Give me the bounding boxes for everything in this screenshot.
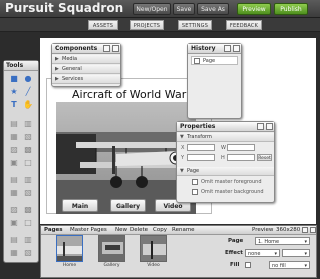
h-field[interactable] bbox=[227, 154, 255, 161]
x-field[interactable] bbox=[187, 144, 215, 151]
preview-label: Preview bbox=[252, 227, 274, 233]
delete-page-button[interactable]: Delete bbox=[130, 226, 148, 234]
lock-icon[interactable]: ▨ bbox=[9, 205, 19, 215]
preview-size[interactable]: 360x280 bbox=[276, 226, 300, 234]
fill-checkbox[interactable] bbox=[245, 262, 251, 268]
bring-forward-icon[interactable]: ▣ bbox=[9, 158, 19, 168]
h-label: H bbox=[221, 155, 225, 161]
new-open-button[interactable]: New/Open bbox=[133, 3, 171, 15]
tools-header: Tools bbox=[4, 61, 38, 71]
tab-settings[interactable]: SETTINGS bbox=[178, 20, 212, 30]
gallery-button[interactable]: Gallery bbox=[110, 199, 146, 212]
tab-pages[interactable]: Pages bbox=[44, 226, 63, 234]
history-panel: History Page bbox=[187, 43, 242, 119]
omit-foreground-checkbox[interactable] bbox=[192, 179, 198, 185]
space-h-icon[interactable]: ▦ bbox=[9, 188, 19, 198]
w-field[interactable] bbox=[227, 144, 255, 151]
save-as-button[interactable]: Save As bbox=[197, 3, 229, 15]
new-page-button[interactable]: New bbox=[115, 226, 127, 234]
tab-master-pages[interactable]: Master Pages bbox=[70, 226, 107, 234]
tab-assets[interactable]: ASSETS bbox=[88, 20, 118, 30]
align-bottom-icon[interactable]: ▧ bbox=[23, 132, 33, 142]
line-icon[interactable]: ╱ bbox=[23, 87, 33, 97]
send-backward-icon[interactable]: □ bbox=[23, 158, 33, 168]
close-icon[interactable] bbox=[310, 227, 316, 233]
group-icon[interactable]: ▨ bbox=[9, 145, 19, 155]
collapse-icon[interactable] bbox=[103, 45, 110, 52]
rename-page-button[interactable]: Rename bbox=[172, 226, 195, 234]
text-icon[interactable]: T bbox=[9, 100, 19, 110]
expand-arrow-icon: ▼ bbox=[180, 168, 184, 174]
component-media[interactable]: ▶ Media bbox=[52, 55, 120, 64]
transform-section[interactable]: ▼ Transform bbox=[177, 133, 274, 142]
tab-feedback[interactable]: FEEDBACK bbox=[226, 20, 262, 30]
unlock-icon[interactable]: ▩ bbox=[23, 205, 33, 215]
omit-background-checkbox[interactable] bbox=[192, 189, 198, 195]
y-field[interactable] bbox=[187, 154, 215, 161]
rotate-icon[interactable]: ▦ bbox=[9, 248, 19, 258]
omit-background-label: Omit master background bbox=[201, 189, 264, 195]
main-button[interactable]: Main bbox=[62, 199, 98, 212]
thumb-label: Video bbox=[147, 263, 160, 268]
align-top-icon[interactable]: ▦ bbox=[9, 132, 19, 142]
publish-button[interactable]: Publish bbox=[274, 3, 308, 15]
tools-panel: Tools ■ ● ★ ╱ T ✋ ▤ ▥ ▦ ▧ ▨ ▩ ▣ □ ▤ ▥ ▦ … bbox=[3, 60, 39, 263]
flip-v-icon[interactable]: ▥ bbox=[23, 235, 33, 245]
align-left-icon[interactable]: ▤ bbox=[9, 119, 19, 129]
align-right-icon[interactable]: ▥ bbox=[23, 119, 33, 129]
preview-button[interactable]: Preview bbox=[237, 3, 271, 15]
close-icon[interactable] bbox=[266, 123, 273, 130]
properties-panel: Properties ▼ Transform X W Y H Reset ▼ P… bbox=[176, 121, 275, 203]
copy-page-button[interactable]: Copy bbox=[153, 226, 167, 234]
aircraft-photo[interactable] bbox=[56, 102, 196, 214]
expand-arrow-icon: ▶ bbox=[55, 66, 59, 72]
rectangle-icon[interactable]: ■ bbox=[9, 74, 19, 84]
tab-projects[interactable]: PROJECTS bbox=[130, 20, 164, 30]
distribute-v-icon[interactable]: ▥ bbox=[23, 175, 33, 185]
page-select[interactable]: 1. Home ▾ bbox=[255, 237, 310, 245]
flip-h-icon[interactable]: ▤ bbox=[9, 235, 19, 245]
thumb-label: Home bbox=[62, 263, 77, 268]
page-thumb-video[interactable] bbox=[140, 235, 167, 262]
expand-arrow-icon: ▶ bbox=[55, 56, 59, 62]
expand-arrow-icon: ▼ bbox=[180, 134, 184, 140]
component-general[interactable]: ▶ General bbox=[52, 65, 120, 74]
fill-label: Fill bbox=[230, 262, 240, 268]
page-section[interactable]: ▼ Page bbox=[177, 167, 274, 176]
thumb-label: Gallery bbox=[103, 263, 120, 268]
collapse-icon[interactable] bbox=[224, 45, 231, 52]
fill-select[interactable]: no fill ▾ bbox=[269, 261, 310, 269]
y-label: Y bbox=[181, 155, 185, 161]
page-thumb-home[interactable] bbox=[56, 235, 83, 262]
page-thumb-gallery[interactable] bbox=[98, 235, 125, 262]
close-icon[interactable] bbox=[233, 45, 240, 52]
close-icon[interactable] bbox=[112, 45, 119, 52]
reset-button[interactable]: Reset bbox=[257, 154, 272, 161]
page-label: Page bbox=[228, 238, 244, 244]
hand-icon[interactable]: ✋ bbox=[23, 100, 33, 110]
size-width-icon[interactable]: ▣ bbox=[9, 218, 19, 228]
effect-label: Effect bbox=[225, 250, 243, 256]
collapse-icon[interactable] bbox=[302, 227, 308, 233]
x-label: X bbox=[181, 145, 185, 151]
history-item[interactable]: Page bbox=[191, 56, 238, 65]
distribute-h-icon[interactable]: ▤ bbox=[9, 175, 19, 185]
app-title: Pursuit Squadron bbox=[5, 1, 124, 15]
expand-arrow-icon: ▶ bbox=[55, 76, 59, 82]
delete-icon[interactable]: ▧ bbox=[23, 248, 33, 258]
w-label: W bbox=[221, 145, 226, 151]
save-button[interactable]: Save bbox=[173, 3, 195, 15]
history-checkbox bbox=[194, 58, 200, 64]
star-icon[interactable]: ★ bbox=[9, 87, 19, 97]
ungroup-icon[interactable]: ▩ bbox=[23, 145, 33, 155]
component-services[interactable]: ▶ Services bbox=[52, 75, 120, 84]
components-panel: Components ▶ Media ▶ General ▶ Services bbox=[51, 43, 121, 87]
size-height-icon[interactable]: □ bbox=[23, 218, 33, 228]
omit-foreground-label: Omit master foreground bbox=[201, 179, 262, 185]
effect-select[interactable]: none ▾ bbox=[245, 249, 280, 257]
space-v-icon[interactable]: ▧ bbox=[23, 188, 33, 198]
circle-icon[interactable]: ● bbox=[23, 74, 33, 84]
collapse-icon[interactable] bbox=[257, 123, 264, 130]
effect-option-select[interactable]: ▾ bbox=[282, 249, 310, 257]
